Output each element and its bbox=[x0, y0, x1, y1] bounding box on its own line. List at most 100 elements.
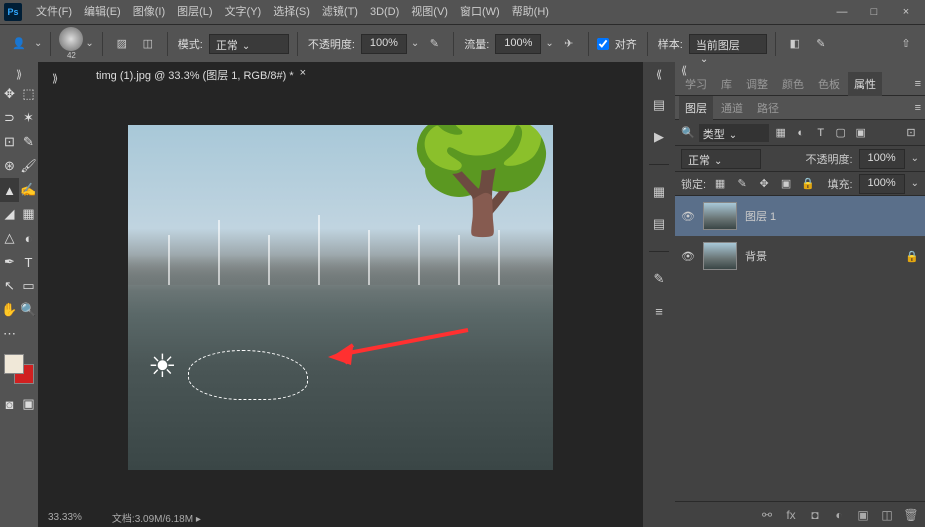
menu-image[interactable]: 图像(I) bbox=[127, 0, 171, 24]
menu-view[interactable]: 视图(V) bbox=[405, 0, 454, 24]
window-minimize[interactable]: — bbox=[827, 2, 857, 22]
healing-tool[interactable]: ⊛ bbox=[0, 154, 19, 178]
menu-help[interactable]: 帮助(H) bbox=[506, 0, 555, 24]
group-icon[interactable]: ▣ bbox=[855, 507, 871, 523]
type-tool[interactable]: T bbox=[19, 250, 38, 274]
tool-preset-icon[interactable]: 👤 bbox=[8, 33, 30, 55]
layer-fx-icon[interactable]: fx bbox=[783, 507, 799, 523]
filter-pixel-icon[interactable]: ▦ bbox=[773, 125, 789, 141]
mode-select[interactable]: 正常 bbox=[209, 34, 289, 54]
share-icon[interactable]: ⇧ bbox=[895, 33, 917, 55]
flow-input[interactable]: 100% bbox=[495, 34, 541, 54]
layer-name[interactable]: 背景 bbox=[745, 248, 897, 264]
menu-filter[interactable]: 滤镜(T) bbox=[316, 0, 364, 24]
clone-stamp-tool[interactable]: ▲ bbox=[0, 178, 19, 202]
shape-tool[interactable]: ▭ bbox=[19, 274, 38, 298]
close-tab-icon[interactable]: × bbox=[300, 67, 306, 83]
lock-all-icon[interactable]: 🔒 bbox=[800, 176, 816, 192]
marquee-tool[interactable]: ⬚ bbox=[19, 82, 38, 106]
lock-artboard-icon[interactable]: ▣ bbox=[778, 176, 794, 192]
filter-adjust-icon[interactable]: ◐ bbox=[793, 125, 809, 141]
ignore-adj-icon[interactable]: ◧ bbox=[784, 33, 806, 55]
screen-mode-tool[interactable]: ▣ bbox=[19, 392, 38, 416]
tab-properties[interactable]: 属性 bbox=[848, 72, 882, 96]
brush-settings-icon[interactable]: ✎ bbox=[649, 270, 669, 288]
menu-file[interactable]: 文件(F) bbox=[30, 0, 78, 24]
char-panel-icon[interactable]: ▦ bbox=[649, 183, 669, 201]
blur-tool[interactable]: △ bbox=[0, 226, 19, 250]
visibility-icon[interactable]: 👁 bbox=[681, 250, 695, 263]
tab-paths[interactable]: 路径 bbox=[751, 96, 785, 120]
opacity-pressure-icon[interactable]: ✎ bbox=[423, 33, 445, 55]
aligned-checkbox[interactable] bbox=[597, 38, 609, 50]
sample-select[interactable]: 当前图层 bbox=[689, 34, 767, 54]
layer-opacity-input[interactable]: 100% bbox=[859, 149, 905, 169]
menu-select[interactable]: 选择(S) bbox=[267, 0, 316, 24]
zoom-tool[interactable]: 🔍 bbox=[19, 298, 38, 322]
quick-mask-tool[interactable]: ◙ bbox=[0, 392, 19, 416]
lock-paint-icon[interactable]: ✎ bbox=[734, 176, 750, 192]
layer-item[interactable]: 👁 图层 1 bbox=[675, 196, 925, 236]
tablet-icon[interactable]: ✎ bbox=[810, 33, 832, 55]
tab-learn[interactable]: 学习 bbox=[679, 72, 713, 96]
expand-icon[interactable]: ⟪ bbox=[652, 68, 666, 78]
layer-thumbnail[interactable] bbox=[703, 242, 737, 270]
brush-tool[interactable]: 🖌 bbox=[19, 154, 38, 178]
adjustment-layer-icon[interactable]: ◐ bbox=[831, 507, 847, 523]
opacity-input[interactable]: 100% bbox=[361, 34, 407, 54]
layer-item[interactable]: 👁 背景 🔒 bbox=[675, 236, 925, 276]
collapse-icon[interactable]: ⟫ bbox=[48, 72, 62, 82]
filter-type-icon[interactable]: T bbox=[813, 125, 829, 141]
tab-channels[interactable]: 通道 bbox=[715, 96, 749, 120]
canvas[interactable]: 🌳 ☀ bbox=[128, 125, 553, 470]
quick-select-tool[interactable]: ✶ bbox=[19, 106, 38, 130]
layer-thumbnail[interactable] bbox=[703, 202, 737, 230]
tab-color[interactable]: 颜色 bbox=[776, 72, 810, 96]
visibility-icon[interactable]: 👁 bbox=[681, 210, 695, 223]
collapse-icon[interactable]: ⟫ bbox=[12, 68, 26, 78]
eraser-tool[interactable]: ◢ bbox=[0, 202, 19, 226]
fill-input[interactable]: 100% bbox=[859, 174, 905, 194]
brushes-icon[interactable]: ≡ bbox=[649, 302, 669, 320]
brush-panel-icon[interactable]: ▨ bbox=[111, 33, 133, 55]
dodge-tool[interactable]: ◐ bbox=[19, 226, 38, 250]
hand-tool[interactable]: ✋ bbox=[0, 298, 19, 322]
document-tab[interactable]: timg (1).jpg @ 33.3% (图层 1, RGB/8#) * × bbox=[88, 63, 314, 87]
history-brush-tool[interactable]: ✍ bbox=[19, 178, 38, 202]
canvas-area[interactable]: 🌳 ☀ bbox=[38, 88, 643, 507]
tab-adjustments[interactable]: 调整 bbox=[740, 72, 774, 96]
filter-smart-icon[interactable]: ▣ bbox=[853, 125, 869, 141]
actions-panel-icon[interactable]: ▶ bbox=[649, 128, 669, 146]
menu-3d[interactable]: 3D(D) bbox=[364, 0, 405, 24]
filter-shape-icon[interactable]: ▢ bbox=[833, 125, 849, 141]
menu-edit[interactable]: 编辑(E) bbox=[78, 0, 127, 24]
pen-tool[interactable]: ✒ bbox=[0, 250, 19, 274]
window-close[interactable]: × bbox=[891, 2, 921, 22]
tab-layers[interactable]: 图层 bbox=[679, 96, 713, 120]
crop-tool[interactable]: ⊡ bbox=[0, 130, 19, 154]
new-layer-icon[interactable]: ◫ bbox=[879, 507, 895, 523]
menu-window[interactable]: 窗口(W) bbox=[454, 0, 506, 24]
layer-mask-icon[interactable]: ◘ bbox=[807, 507, 823, 523]
history-panel-icon[interactable]: ▤ bbox=[649, 96, 669, 114]
path-select-tool[interactable]: ↖ bbox=[0, 274, 19, 298]
eyedropper-tool[interactable]: ✎ bbox=[19, 130, 38, 154]
delete-layer-icon[interactable]: 🗑 bbox=[903, 507, 919, 523]
menu-layer[interactable]: 图层(L) bbox=[171, 0, 218, 24]
lasso-tool[interactable]: ⊃ bbox=[0, 106, 19, 130]
filter-toggle-icon[interactable]: ⊡ bbox=[903, 125, 919, 141]
para-panel-icon[interactable]: ▤ bbox=[649, 215, 669, 233]
lock-pixels-icon[interactable]: ▦ bbox=[712, 176, 728, 192]
brush-preview[interactable] bbox=[59, 27, 83, 51]
lock-position-icon[interactable]: ✥ bbox=[756, 176, 772, 192]
link-layers-icon[interactable]: ⚯ bbox=[759, 507, 775, 523]
airbrush-icon[interactable]: ✈ bbox=[558, 33, 580, 55]
window-maximize[interactable]: □ bbox=[859, 2, 889, 22]
tab-library[interactable]: 库 bbox=[715, 72, 738, 96]
panel-menu-icon[interactable]: ≡ bbox=[915, 78, 921, 90]
menu-type[interactable]: 文字(Y) bbox=[219, 0, 268, 24]
panel-menu-icon[interactable]: ≡ bbox=[915, 102, 921, 114]
foreground-color[interactable] bbox=[4, 354, 24, 374]
clone-source-icon[interactable]: ◫ bbox=[137, 33, 159, 55]
blend-mode-select[interactable]: 正常 bbox=[681, 149, 761, 169]
